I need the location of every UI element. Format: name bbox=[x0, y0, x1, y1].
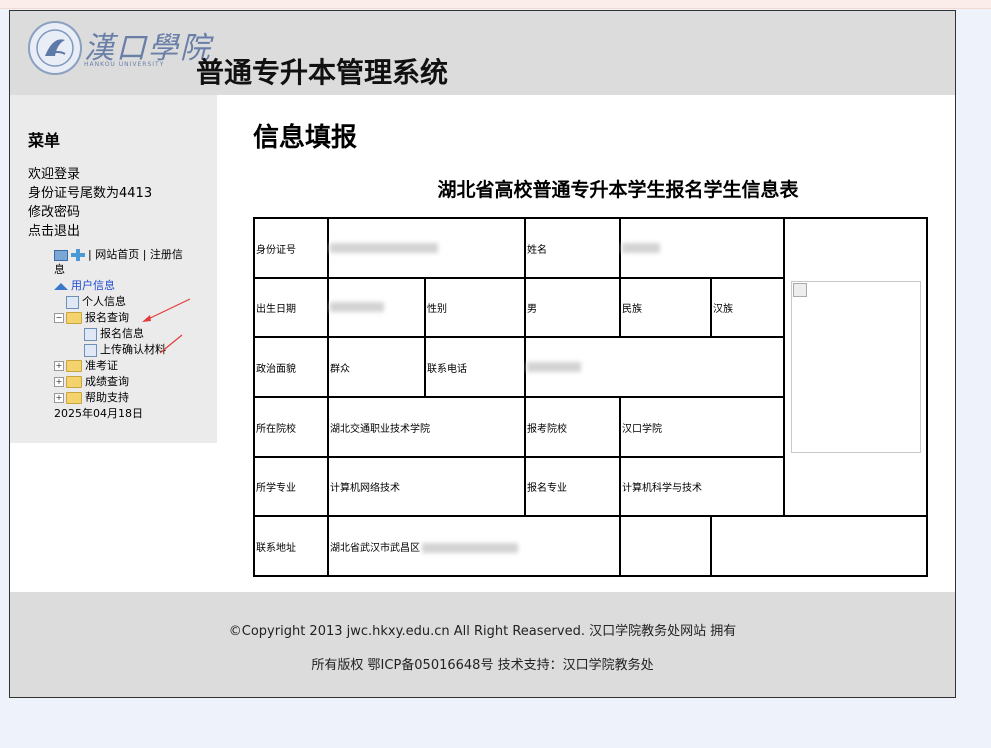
home-icon bbox=[54, 282, 68, 290]
red-arrow-annotation bbox=[142, 298, 191, 354]
document-icon bbox=[84, 327, 97, 341]
label-birth-date: 出生日期 bbox=[253, 277, 329, 338]
page-frame: 漢口學院 HANKOU UNIVERSITY 普通专升本管理系统 菜单 欢迎登录… bbox=[9, 10, 956, 698]
welcome-text: 欢迎登录 bbox=[28, 167, 81, 182]
redacted-name bbox=[622, 242, 660, 253]
register-icon bbox=[71, 249, 85, 261]
browser-top-strip bbox=[0, 0, 991, 9]
expand-icon[interactable]: + bbox=[54, 393, 64, 403]
redacted-phone bbox=[527, 361, 581, 372]
value-current-major: 计算机网络技术 bbox=[327, 456, 526, 517]
info-form: 身份证号 姓名 出生日期 性别 男 民族 汉族 政治面貌 群众 联系电话 所在院… bbox=[253, 217, 928, 577]
empty-cell-b bbox=[710, 515, 928, 577]
label-current-major: 所学专业 bbox=[253, 456, 329, 517]
expand-icon[interactable]: + bbox=[54, 377, 64, 387]
label-apply-major: 报名专业 bbox=[524, 456, 621, 517]
main-content: 信息填报 湖北省高校普通专升本学生报名学生信息表 身份证号 姓名 出生日期 性别… bbox=[217, 95, 955, 592]
logout-link[interactable]: 点击退出 bbox=[28, 222, 152, 241]
document-icon bbox=[66, 295, 79, 309]
tree-item-score-query[interactable]: + 成绩查询 bbox=[54, 374, 184, 390]
photo-cell bbox=[783, 217, 928, 517]
value-address: 湖北省武汉市武昌区 bbox=[327, 515, 621, 577]
folder-icon bbox=[66, 360, 82, 372]
label-address: 联系地址 bbox=[253, 515, 329, 577]
redacted-address bbox=[422, 542, 518, 553]
monitor-icon bbox=[54, 249, 68, 261]
value-id-number bbox=[327, 217, 526, 279]
value-current-school: 湖北交通职业技术学院 bbox=[327, 396, 526, 458]
label-phone: 联系电话 bbox=[424, 336, 526, 398]
sidebar: 菜单 欢迎登录 身份证号尾数为4413 修改密码 点击退出 | 网站首页 | 注… bbox=[10, 95, 217, 443]
label-apply-school: 报考院校 bbox=[524, 396, 621, 458]
value-birth-date bbox=[327, 277, 426, 338]
folder-icon bbox=[66, 376, 82, 388]
expand-icon[interactable]: + bbox=[54, 361, 64, 371]
system-title: 普通专升本管理系统 bbox=[196, 56, 449, 89]
footer-copyright: ©Copyright 2013 jwc.hkxy.edu.cn All Righ… bbox=[228, 624, 737, 639]
value-phone bbox=[524, 336, 785, 398]
menu-title: 菜单 bbox=[28, 131, 61, 150]
value-apply-major: 计算机科学与技术 bbox=[619, 456, 785, 517]
label-current-school: 所在院校 bbox=[253, 396, 329, 458]
top-links: | 网站首页 | 注册信息 bbox=[54, 247, 184, 277]
value-political-status: 群众 bbox=[327, 336, 426, 398]
value-gender: 男 bbox=[524, 277, 621, 338]
empty-cell-a bbox=[619, 515, 712, 577]
photo-placeholder bbox=[790, 281, 921, 453]
header: 漢口學院 HANKOU UNIVERSITY 普通专升本管理系统 bbox=[10, 11, 955, 95]
tree-item-user-info[interactable]: 用户信息 bbox=[54, 278, 184, 294]
form-title: 湖北省高校普通专升本学生报名学生信息表 bbox=[437, 179, 799, 201]
info-table: 身份证号 姓名 出生日期 性别 男 民族 汉族 政治面貌 群众 联系电话 所在院… bbox=[253, 217, 928, 577]
page-heading: 信息填报 bbox=[253, 123, 358, 153]
current-date: 2025年04月18日 bbox=[54, 407, 143, 420]
redacted-birth-date bbox=[330, 302, 384, 312]
footer: ©Copyright 2013 jwc.hkxy.edu.cn All Righ… bbox=[10, 592, 955, 697]
change-password-link[interactable]: 修改密码 bbox=[28, 203, 152, 222]
redacted-id bbox=[330, 242, 438, 253]
document-icon bbox=[84, 343, 97, 357]
label-name: 姓名 bbox=[524, 217, 621, 279]
sidebar-links: 欢迎登录 身份证号尾数为4413 修改密码 点击退出 bbox=[28, 165, 152, 241]
university-logo-icon bbox=[28, 21, 82, 75]
value-name bbox=[619, 217, 785, 279]
broken-image-icon bbox=[792, 283, 807, 297]
logo-text-en: HANKOU UNIVERSITY bbox=[84, 61, 165, 68]
folder-open-icon bbox=[66, 312, 82, 324]
tree-item-help[interactable]: + 帮助支持 bbox=[54, 390, 184, 406]
label-id-number: 身份证号 bbox=[253, 217, 329, 279]
footer-icp: 所有版权 鄂ICP备05016648号 技术支持：汉口学院教务处 bbox=[311, 658, 654, 673]
id-tail-text: 身份证号尾数为4413 bbox=[28, 186, 153, 201]
label-political-status: 政治面貌 bbox=[253, 336, 329, 398]
label-ethnicity: 民族 bbox=[619, 277, 712, 338]
folder-icon bbox=[66, 392, 82, 404]
value-apply-school: 汉口学院 bbox=[619, 396, 785, 458]
value-ethnicity: 汉族 bbox=[710, 277, 785, 338]
label-gender: 性别 bbox=[424, 277, 526, 338]
collapse-icon[interactable]: − bbox=[54, 313, 64, 323]
